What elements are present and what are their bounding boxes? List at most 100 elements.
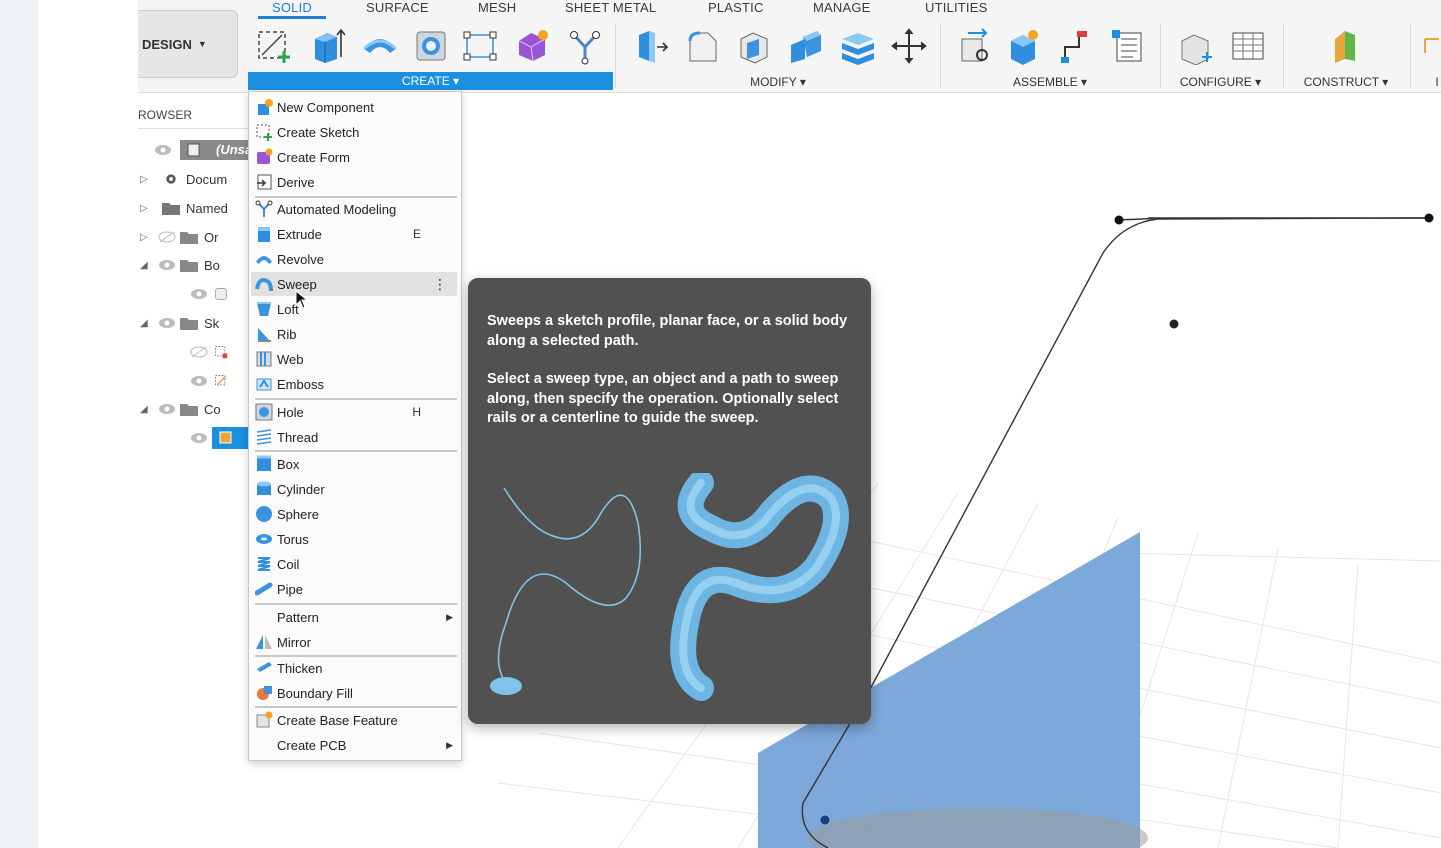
menu-item-pattern[interactable]: Pattern ▶ — [251, 605, 457, 629]
configure-body-icon[interactable] — [1175, 26, 1215, 66]
tab-solid[interactable]: SOLID — [272, 0, 312, 15]
sketch-point[interactable] — [1424, 213, 1434, 223]
more-options-icon[interactable]: ⋮ — [433, 276, 447, 293]
menu-item-torus[interactable]: Torus — [251, 527, 457, 551]
tree-item-bodies[interactable]: ◢ Bo — [140, 253, 220, 277]
menu-item-automated-modeling[interactable]: Automated Modeling — [251, 197, 457, 221]
fillet-icon[interactable] — [683, 26, 723, 66]
folder-icon — [162, 203, 180, 215]
tree-item-construction[interactable]: ◢ Co — [140, 397, 221, 421]
menu-item-hole[interactable]: Hole H — [251, 400, 457, 424]
tree-item-named-views[interactable]: ▷ Named — [140, 196, 228, 220]
hole-icon[interactable] — [411, 26, 451, 66]
configuration-table-icon[interactable] — [1228, 26, 1268, 66]
visibility-icon[interactable] — [158, 403, 176, 415]
tab-sheet-metal[interactable]: SHEET METAL — [565, 0, 656, 15]
visibility-icon[interactable] — [158, 259, 176, 271]
create-group-button[interactable]: CREATE ▾ — [248, 72, 613, 90]
visibility-icon[interactable] — [190, 432, 208, 444]
menu-item-create-pcb[interactable]: Create PCB ▶ — [251, 733, 457, 757]
rectangular-pattern-icon[interactable] — [460, 26, 500, 66]
tree-item-sketches[interactable]: ◢ Sk — [140, 311, 219, 335]
menu-item-extrude[interactable]: Extrude E — [251, 222, 457, 246]
sphere-icon — [255, 505, 273, 523]
menu-item-create-sketch[interactable]: Create Sketch — [251, 120, 457, 144]
menu-item-pipe[interactable]: Pipe — [251, 577, 457, 601]
tab-plastic[interactable]: PLASTIC — [708, 0, 764, 15]
browser-divider — [138, 128, 250, 129]
menu-item-derive[interactable]: Derive — [251, 170, 457, 194]
menu-item-emboss[interactable]: Emboss — [251, 372, 457, 396]
menu-item-box[interactable]: Box — [251, 452, 457, 476]
sketch-point[interactable] — [820, 815, 830, 825]
modify-group-button[interactable]: MODIFY ▾ — [728, 74, 828, 90]
create-form-icon — [255, 148, 273, 166]
shell-icon[interactable] — [734, 26, 774, 66]
tree-item-origin[interactable]: ▷ Or — [140, 225, 218, 249]
menu-item-sweep[interactable]: Sweep ⋮ — [251, 272, 457, 296]
expand-triangle-icon[interactable]: ▷ — [140, 174, 150, 185]
menu-item-rib[interactable]: Rib — [251, 322, 457, 346]
construct-group-button[interactable]: CONSTRUCT ▾ — [1296, 74, 1396, 90]
menu-item-thread[interactable]: Thread — [251, 425, 457, 449]
menu-item-web[interactable]: Web — [251, 347, 457, 371]
tab-utilities[interactable]: UTILITIES — [925, 0, 987, 15]
tree-item-body[interactable] — [186, 282, 236, 306]
collapse-triangle-icon[interactable]: ◢ — [140, 318, 150, 329]
menu-item-thicken[interactable]: Thicken — [251, 656, 457, 680]
menu-item-revolve[interactable]: Revolve — [251, 247, 457, 271]
menu-item-boundary-fill[interactable]: Boundary Fill — [251, 681, 457, 705]
bill-of-materials-icon[interactable] — [1108, 26, 1148, 66]
visibility-icon[interactable] — [154, 144, 172, 156]
create-sketch-icon[interactable] — [255, 26, 295, 66]
tab-manage[interactable]: MANAGE — [813, 0, 871, 15]
revolve-icon[interactable] — [360, 26, 400, 66]
inspect-group-button[interactable]: I — [1430, 74, 1441, 90]
menu-item-cylinder[interactable]: Cylinder — [251, 477, 457, 501]
collapse-triangle-icon[interactable]: ◢ — [140, 260, 150, 271]
expand-triangle-icon[interactable]: ▷ — [140, 232, 150, 243]
move-icon[interactable] — [889, 26, 929, 66]
rib-icon — [255, 325, 273, 343]
joint-icon[interactable] — [955, 26, 995, 66]
workspace-switcher[interactable]: DESIGN ▼ — [138, 10, 238, 78]
menu-item-coil[interactable]: Coil — [251, 552, 457, 576]
collapse-triangle-icon[interactable]: ◢ — [140, 404, 150, 415]
combine-icon[interactable] — [786, 26, 826, 66]
menu-item-create-form[interactable]: Create Form — [251, 145, 457, 169]
split-body-icon[interactable] — [837, 26, 877, 66]
tab-surface[interactable]: SURFACE — [366, 0, 429, 15]
menu-item-loft[interactable]: Loft — [251, 297, 457, 321]
inspect-icon[interactable] — [1418, 26, 1441, 66]
hidden-eye-icon[interactable] — [190, 346, 208, 358]
menu-item-new-component[interactable]: New Component — [251, 95, 457, 119]
create-sketch-icon — [255, 123, 273, 141]
offset-plane-icon[interactable] — [1326, 26, 1366, 66]
menu-item-create-base-feature[interactable]: Create Base Feature — [251, 708, 457, 732]
tree-item-sketch-1[interactable] — [186, 340, 236, 364]
tree-item-document-settings[interactable]: ▷ Docum — [140, 167, 227, 191]
extrude-icon — [255, 225, 273, 243]
tree-item-label: Co — [204, 401, 221, 417]
press-pull-icon[interactable] — [630, 26, 670, 66]
visibility-icon[interactable] — [190, 375, 208, 387]
tree-item-selected[interactable] — [186, 426, 252, 450]
thicken-icon — [255, 659, 273, 677]
tree-item-sketch-2[interactable] — [186, 369, 236, 393]
visibility-icon[interactable] — [158, 317, 176, 329]
new-component-icon[interactable] — [1004, 26, 1044, 66]
assemble-group-button[interactable]: ASSEMBLE ▾ — [1000, 74, 1100, 90]
expand-triangle-icon[interactable]: ▷ — [140, 203, 150, 214]
sketch-point[interactable] — [1169, 319, 1179, 329]
automated-modeling-icon[interactable] — [565, 26, 605, 66]
sketch-point[interactable] — [1114, 215, 1124, 225]
hidden-eye-icon[interactable] — [158, 231, 176, 243]
configure-group-button[interactable]: CONFIGURE ▾ — [1168, 74, 1273, 90]
extrude-icon[interactable] — [306, 26, 346, 66]
visibility-icon[interactable] — [190, 288, 208, 300]
rigid-group-icon[interactable] — [1056, 26, 1096, 66]
menu-item-sphere[interactable]: Sphere — [251, 502, 457, 526]
create-form-icon[interactable] — [512, 26, 552, 66]
tab-mesh[interactable]: MESH — [478, 0, 516, 15]
menu-item-mirror[interactable]: Mirror — [251, 630, 457, 654]
